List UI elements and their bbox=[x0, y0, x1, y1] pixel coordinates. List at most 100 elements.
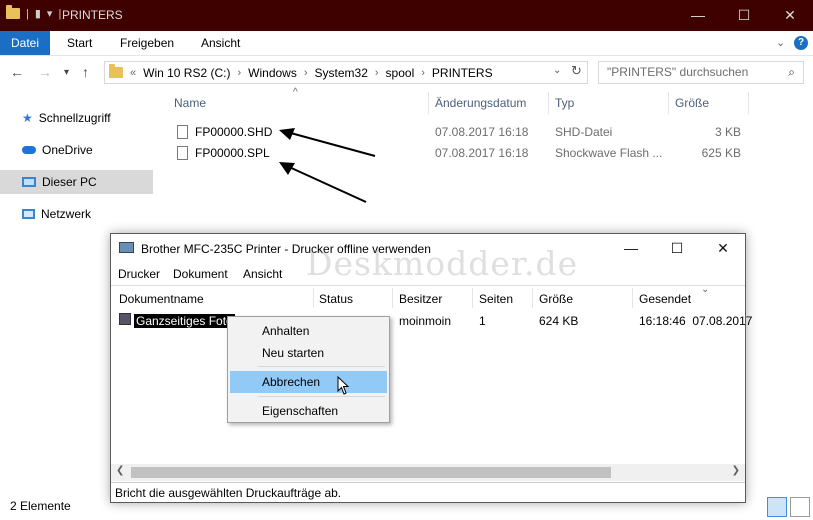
recent-locations-icon[interactable]: ▾ bbox=[64, 67, 69, 78]
network-icon bbox=[22, 209, 35, 219]
column-divider[interactable] bbox=[472, 288, 473, 308]
file-date: 07.08.2017 16:18 bbox=[435, 146, 529, 160]
close-button[interactable]: ✕ bbox=[767, 0, 813, 31]
column-divider[interactable] bbox=[313, 288, 314, 308]
tab-ansicht[interactable]: Ansicht bbox=[201, 31, 240, 55]
file-type: Shockwave Flash ... bbox=[555, 146, 663, 160]
column-header-groesse[interactable]: Größe bbox=[539, 292, 573, 306]
maximize-button[interactable]: ☐ bbox=[654, 234, 700, 263]
expand-ribbon-icon[interactable]: ⌄ bbox=[776, 31, 785, 55]
tab-datei[interactable]: Datei bbox=[0, 31, 50, 55]
context-menu: Anhalten Neu starten Abbrechen Eigenscha… bbox=[227, 316, 390, 423]
close-button[interactable]: ✕ bbox=[700, 234, 746, 263]
column-header-status[interactable]: Status bbox=[319, 292, 353, 306]
column-header-name[interactable]: Name bbox=[174, 96, 206, 110]
file-icon bbox=[177, 125, 188, 139]
table-row[interactable]: FP00000.SPL 07.08.2017 16:18 Shockwave F… bbox=[155, 142, 813, 163]
column-divider[interactable] bbox=[532, 288, 533, 308]
column-header-dokumentname[interactable]: Dokumentname bbox=[119, 292, 204, 306]
print-job-list: ⌄ Dokumentname Status Besitzer Seiten Gr… bbox=[111, 284, 752, 481]
file-icon bbox=[177, 146, 188, 160]
window-title: PRINTERS bbox=[62, 8, 123, 22]
help-icon[interactable]: ? bbox=[794, 36, 808, 50]
address-dropdown-icon[interactable]: ⌄ bbox=[553, 65, 561, 76]
tab-freigeben[interactable]: Freigeben bbox=[120, 31, 174, 55]
column-header-seiten[interactable]: Seiten bbox=[479, 292, 513, 306]
cloud-icon bbox=[22, 146, 36, 154]
column-divider[interactable] bbox=[632, 288, 633, 308]
column-divider[interactable] bbox=[428, 92, 429, 114]
menu-ansicht[interactable]: Ansicht bbox=[243, 267, 282, 281]
column-header-gesendet[interactable]: Gesendet bbox=[639, 292, 691, 306]
printer-status-text: Bricht die ausgewählten Druckaufträge ab… bbox=[115, 486, 342, 500]
horizontal-scrollbar[interactable]: ❮ ❯ bbox=[111, 464, 745, 481]
folder-icon bbox=[109, 64, 123, 78]
menu-item-neu-starten[interactable]: Neu starten bbox=[230, 342, 387, 364]
job-sent: 16:18:46 07.08.2017 bbox=[639, 314, 753, 328]
file-size: 625 KB bbox=[701, 146, 741, 160]
sidebar-item-label: Netzwerk bbox=[41, 207, 92, 221]
new-folder-icon[interactable]: ▮ bbox=[35, 7, 41, 20]
breadcrumb-windows[interactable]: Windows bbox=[248, 66, 297, 80]
breadcrumb-drive[interactable]: Win 10 RS2 (C:) bbox=[143, 66, 230, 80]
column-divider[interactable] bbox=[748, 92, 749, 114]
menu-dokument[interactable]: Dokument bbox=[173, 267, 228, 281]
minimize-button[interactable]: — bbox=[675, 0, 721, 31]
column-header-type[interactable]: Typ bbox=[555, 96, 574, 110]
column-divider[interactable] bbox=[392, 288, 393, 308]
navigation-bar: ← → ▾ ↑ « Win 10 RS2 (C:) › Windows › Sy… bbox=[0, 56, 813, 90]
breadcrumb-overflow[interactable]: « bbox=[127, 67, 139, 79]
chevron-right-icon[interactable]: › bbox=[372, 67, 382, 79]
minimize-button[interactable]: — bbox=[608, 234, 654, 263]
sidebar-item-netzwerk[interactable]: Netzwerk bbox=[0, 202, 153, 226]
divider-icon: | bbox=[58, 7, 62, 20]
breadcrumb-printers[interactable]: PRINTERS bbox=[432, 66, 493, 80]
tab-start[interactable]: Start bbox=[67, 31, 92, 55]
file-size: 3 KB bbox=[714, 125, 741, 139]
column-divider[interactable] bbox=[548, 92, 549, 114]
breadcrumb-spool[interactable]: spool bbox=[386, 66, 415, 80]
file-name: FP00000.SHD bbox=[195, 125, 273, 139]
address-bar[interactable]: « Win 10 RS2 (C:) › Windows › System32 ›… bbox=[104, 61, 588, 84]
scroll-right-icon[interactable]: ❯ bbox=[732, 465, 740, 476]
chevron-right-icon[interactable]: › bbox=[418, 67, 428, 79]
chevron-right-icon[interactable]: › bbox=[301, 67, 311, 79]
details-view-icon[interactable] bbox=[767, 497, 787, 517]
customize-dropdown-icon[interactable]: ▾ bbox=[47, 7, 53, 20]
menu-item-eigenschaften[interactable]: Eigenschaften bbox=[230, 400, 387, 422]
table-row[interactable]: FP00000.SHD 07.08.2017 16:18 SHD-Datei 3… bbox=[155, 121, 813, 142]
file-date: 07.08.2017 16:18 bbox=[435, 125, 529, 139]
file-type: SHD-Datei bbox=[555, 125, 613, 139]
document-icon bbox=[119, 313, 131, 325]
sidebar-item-dieser-pc[interactable]: Dieser PC bbox=[0, 170, 153, 194]
sidebar-item-label: Schnellzugriff bbox=[38, 111, 111, 125]
back-icon[interactable]: ← bbox=[10, 64, 24, 80]
menu-item-anhalten[interactable]: Anhalten bbox=[230, 320, 387, 342]
menu-item-abbrechen[interactable]: Abbrechen bbox=[230, 371, 387, 393]
column-divider[interactable] bbox=[668, 92, 669, 114]
large-icons-view-icon[interactable] bbox=[790, 497, 810, 517]
watermark: Deskmodder.de bbox=[306, 244, 579, 283]
column-header-size[interactable]: Größe bbox=[675, 96, 709, 110]
chevron-right-icon[interactable]: › bbox=[234, 67, 244, 79]
column-header-date[interactable]: Änderungsdatum bbox=[435, 96, 526, 110]
refresh-icon[interactable]: ↻ bbox=[571, 63, 582, 79]
search-icon[interactable]: ⌕ bbox=[788, 62, 795, 83]
forward-icon[interactable]: → bbox=[38, 64, 52, 80]
scrollbar-thumb[interactable] bbox=[131, 467, 611, 478]
up-icon[interactable]: ↑ bbox=[82, 64, 89, 80]
menu-drucker[interactable]: Drucker bbox=[118, 267, 160, 281]
computer-icon bbox=[22, 177, 36, 187]
search-input[interactable]: "PRINTERS" durchsuchen ⌕ bbox=[598, 61, 804, 84]
scroll-left-icon[interactable]: ❮ bbox=[116, 465, 124, 476]
column-header-besitzer[interactable]: Besitzer bbox=[399, 292, 442, 306]
sidebar-item-onedrive[interactable]: OneDrive bbox=[0, 138, 153, 162]
job-name: Ganzseitiges Foto bbox=[134, 314, 235, 328]
breadcrumb-system32[interactable]: System32 bbox=[315, 66, 368, 80]
file-name: FP00000.SPL bbox=[195, 146, 270, 160]
job-pages: 1 bbox=[479, 314, 486, 328]
sidebar-item-label: Dieser PC bbox=[42, 175, 97, 189]
explorer-titlebar: | ▮ ▾ | PRINTERS — ☐ ✕ bbox=[0, 0, 813, 31]
maximize-button[interactable]: ☐ bbox=[721, 0, 767, 31]
sidebar-item-schnellzugriff[interactable]: ★ Schnellzugriff bbox=[0, 106, 153, 130]
